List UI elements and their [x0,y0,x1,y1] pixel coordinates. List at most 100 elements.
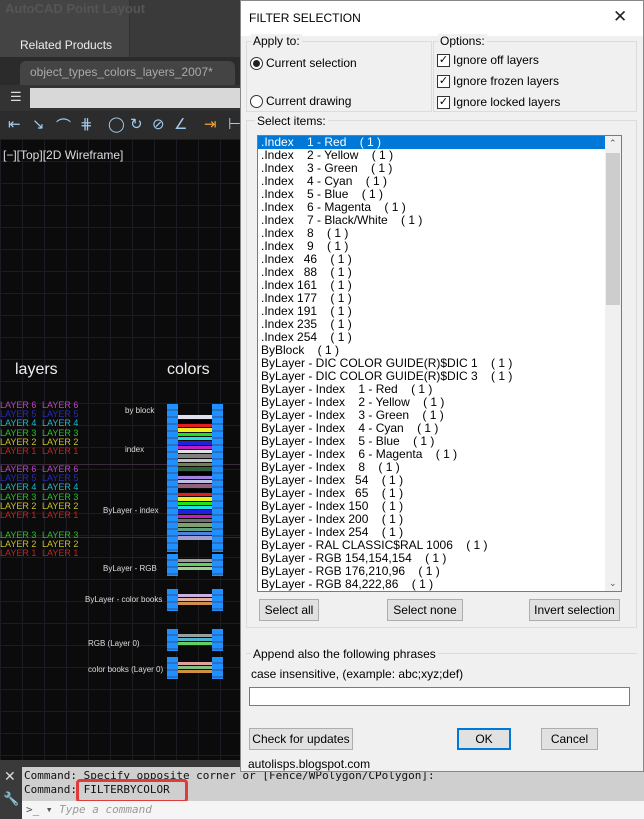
wrench-icon[interactable]: 🔧 [3,791,19,807]
filter-selection-dialog: FILTER SELECTION ✕ Apply to: Current sel… [240,0,644,772]
color-stripe [178,567,212,571]
checkbox-ignore-frozen-layers[interactable]: ✓ Ignore frozen layers [437,74,559,88]
angular-icon[interactable]: ∠ [174,115,187,133]
select-items-label: Select items: [255,114,328,128]
color-stripe [178,488,212,493]
viewport-controls[interactable]: [−][Top][2D Wireframe] [3,148,123,162]
color-stripe [178,531,212,536]
cancel-button[interactable]: Cancel [541,728,598,750]
color-stripes [178,633,212,647]
close-icon[interactable]: ✕ [613,7,627,27]
scroll-up-icon[interactable]: ⌃ [609,138,617,149]
arc-length-icon[interactable]: ⌒ [56,115,71,136]
color-stripe [178,562,212,567]
command-prefix: Command: [24,783,84,796]
color-stripe [178,428,212,432]
block-side [167,657,178,679]
color-stripe [178,514,212,518]
layer-label: LAYER 1 [0,446,37,456]
footer-link[interactable]: autolisps.blogspot.com [248,757,370,771]
radio-icon [250,56,263,70]
select-none-button[interactable]: Select none [387,599,463,621]
scrollbar-thumb[interactable] [606,153,620,305]
append-label: Append also the following phrases [251,647,438,661]
color-block [167,657,223,679]
color-stripes [178,593,212,607]
ordinate-icon[interactable]: ⋕ [80,115,93,133]
radio-current-selection[interactable]: Current selection [250,56,357,70]
layer-label: LAYER 1 [0,548,37,559]
invert-selection-button[interactable]: Invert selection [529,599,620,621]
color-stripe [178,633,212,637]
color-stripe [178,437,212,441]
color-label: ByLayer - color books [85,595,163,604]
scroll-down-icon[interactable]: ⌄ [609,578,617,589]
color-block [167,404,223,552]
color-stripe [178,484,212,488]
color-stripe [178,558,212,562]
radio-current-drawing[interactable]: Current drawing [250,94,351,108]
list-item[interactable]: ByLayer - RGB 84,222,86 ( 1 ) [258,578,621,591]
aligned-dimension-icon[interactable]: ↘ [32,115,45,133]
block-side [212,404,223,552]
color-stripe [178,501,212,506]
color-stripe [178,670,212,674]
color-stripe [178,642,212,646]
ribbon-tab-label: Related Products [20,38,113,52]
color-stripe [178,441,212,445]
color-stripe [178,527,212,531]
color-items-list[interactable]: .Index 1 - Red ( 1 ) .Index 2 - Yellow ( … [257,135,622,592]
block-side [212,589,223,611]
select-all-button[interactable]: Select all [259,599,319,621]
diameter-icon[interactable]: ⊘ [152,115,165,133]
quick-dimension-icon[interactable]: ⇥ [204,115,217,133]
color-block [167,589,223,611]
color-stripe [178,415,212,419]
color-label: ByLayer - index [103,506,159,515]
color-block [167,554,223,576]
radius-icon[interactable]: ◯ [108,115,125,133]
color-label: color books (Layer 0) [88,665,164,674]
color-stripe [178,536,212,540]
color-stripe [178,493,212,497]
checkbox-label: Ignore off layers [453,53,539,67]
linear-dimension-icon[interactable]: ⇤ [8,115,21,133]
checkbox-ignore-locked-layers[interactable]: ✓ Ignore locked layers [437,95,560,109]
layer-properties-icon[interactable]: ☰ [10,89,22,105]
color-stripe [178,419,212,424]
color-stripe [178,523,212,527]
command-input[interactable]: >_ ▾ Type a command [22,801,644,819]
toolbar-dropdown[interactable] [30,88,244,108]
checkbox-label: Ignore frozen layers [453,74,560,88]
color-stripe [178,510,212,514]
document-tab-label: object_types_colors_layers_2007* [30,65,213,79]
color-stripe [178,480,212,484]
color-stripe [178,424,212,428]
options-label: Options: [438,34,487,48]
app-title: AutoCAD Point Layout [5,1,146,16]
block-side [212,629,223,651]
check-for-updates-button[interactable]: Check for updates [249,728,353,750]
color-stripe [178,665,212,670]
color-stripe [178,602,212,606]
block-side [167,629,178,651]
append-phrases-input[interactable] [249,687,630,706]
checkbox-checked-icon: ✓ [437,95,450,109]
block-side [167,554,178,576]
color-stripes [178,408,212,548]
color-stripe [178,445,212,449]
document-tab[interactable]: object_types_colors_layers_2007* [20,61,235,85]
block-side [167,589,178,611]
block-side [212,554,223,576]
highlight-box [76,779,188,803]
checkbox-ignore-off-layers[interactable]: ✓ Ignore off layers [437,53,539,67]
command-placeholder: Type a command [59,803,152,816]
color-label: ByLayer - RGB [103,564,157,573]
close-icon[interactable]: ✕ [4,768,16,785]
list-scrollbar[interactable]: ⌃ ⌄ [605,136,621,591]
color-block [167,629,223,651]
ok-button[interactable]: OK [457,728,511,750]
jogged-icon[interactable]: ↻ [130,115,143,133]
heading-colors: colors [167,361,210,378]
color-stripe [178,475,212,480]
